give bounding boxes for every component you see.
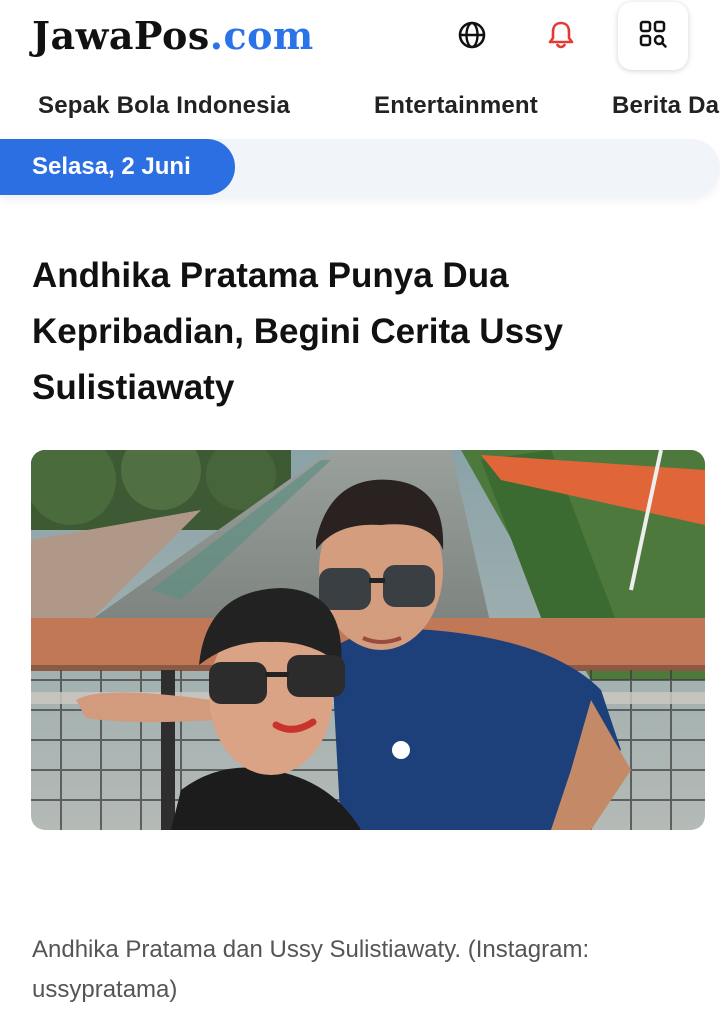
nav-item-entertainment[interactable]: Entertainment xyxy=(374,92,538,120)
nav-item-sepak-bola[interactable]: Sepak Bola Indonesia xyxy=(38,92,290,120)
globe-icon[interactable] xyxy=(452,15,492,55)
nav-item-berita[interactable]: Berita Da xyxy=(612,92,719,120)
category-nav: Sepak Bola Indonesia Entertainment Berit… xyxy=(0,84,720,132)
article-title: Andhika Pratama Punya Dua Kepribadian, B… xyxy=(32,256,563,407)
photo-caption: Andhika Pratama dan Ussy Sulistiawaty. (… xyxy=(32,936,590,1003)
logo-suffix: .com xyxy=(209,13,314,58)
grid-search-icon xyxy=(638,19,668,54)
menu-button[interactable] xyxy=(618,2,688,70)
bell-icon[interactable] xyxy=(541,15,581,55)
logo-main: JawaPos xyxy=(32,13,210,58)
date-badge: Selasa, 2 Juni xyxy=(0,139,235,195)
article-photo[interactable] xyxy=(31,450,705,830)
site-logo[interactable]: JawaPos.com xyxy=(32,12,314,60)
site-header: JawaPos.com xyxy=(0,0,720,76)
